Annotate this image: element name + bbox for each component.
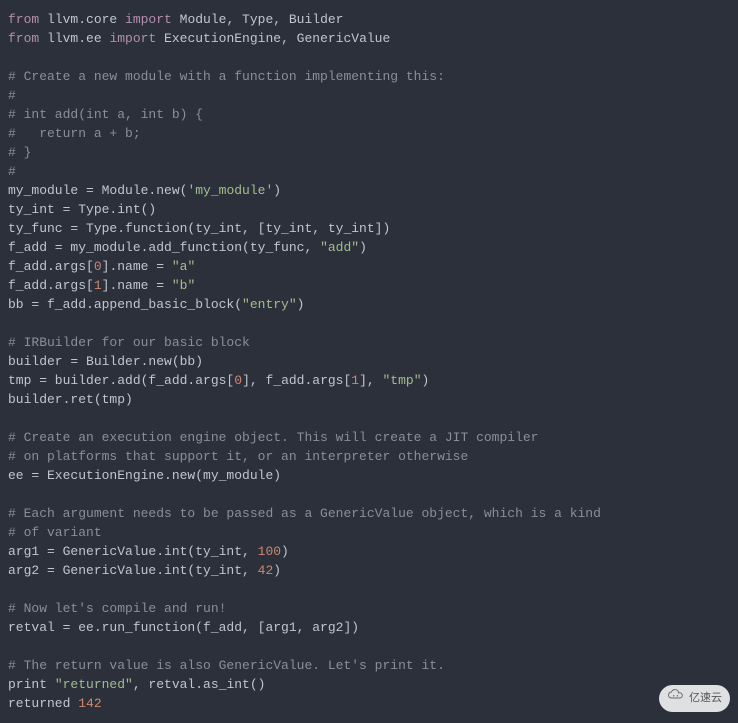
code-token: returned	[8, 696, 78, 711]
code-token: f_add = my_module.add_function(ty_func,	[8, 240, 320, 255]
cloud-icon	[667, 689, 685, 708]
code-token: ty_int = Type.int()	[8, 202, 156, 217]
code-token: f_add.args[	[8, 278, 94, 293]
watermark-badge: 亿速云	[659, 685, 730, 712]
code-token: 100	[258, 544, 281, 559]
code-token: ],	[359, 373, 382, 388]
code-token: 'my_module'	[187, 183, 273, 198]
code-token: ExecutionEngine, GenericValue	[164, 31, 390, 46]
code-token: builder = Builder.new(bb)	[8, 354, 203, 369]
code-token: retval = ee.run_function(f_add, [arg1, a…	[8, 620, 359, 635]
code-token: "b"	[172, 278, 195, 293]
code-token: "returned"	[55, 677, 133, 692]
code-token: # on platforms that support it, or an in…	[8, 449, 468, 464]
code-token: from	[8, 31, 47, 46]
code-token: # }	[8, 145, 31, 160]
code-token: # Now let's compile and run!	[8, 601, 226, 616]
code-token: "entry"	[242, 297, 297, 312]
watermark-text: 亿速云	[689, 689, 722, 708]
code-token: llvm.core	[47, 12, 125, 27]
code-token: # int add(int a, int b) {	[8, 107, 203, 122]
code-token: , retval.as_int()	[133, 677, 266, 692]
code-token: arg1 = GenericValue.int(ty_int,	[8, 544, 258, 559]
code-token: 1	[351, 373, 359, 388]
code-token: )	[422, 373, 430, 388]
code-token: # Each argument needs to be passed as a …	[8, 506, 601, 521]
code-token: from	[8, 12, 47, 27]
code-token: )	[281, 544, 289, 559]
code-token: builder.ret(tmp)	[8, 392, 133, 407]
code-token: # Create a new module with a function im…	[8, 69, 445, 84]
code-token: 0	[234, 373, 242, 388]
code-token: Module, Type, Builder	[180, 12, 344, 27]
code-token: import	[125, 12, 180, 27]
code-token: "add"	[320, 240, 359, 255]
code-token: tmp = builder.add(f_add.args[	[8, 373, 234, 388]
code-token: 1	[94, 278, 102, 293]
code-token: bb = f_add.append_basic_block(	[8, 297, 242, 312]
code-token: # The return value is also GenericValue.…	[8, 658, 445, 673]
code-token: )	[297, 297, 305, 312]
code-token: f_add.args[	[8, 259, 94, 274]
code-block: from llvm.core import Module, Type, Buil…	[0, 0, 738, 723]
code-token: print	[8, 677, 55, 692]
code-token: ], f_add.args[	[242, 373, 351, 388]
code-token: llvm.ee	[47, 31, 109, 46]
code-token: )	[273, 563, 281, 578]
code-token: my_module = Module.new(	[8, 183, 187, 198]
code-token: "tmp"	[383, 373, 422, 388]
code-token: # Create an execution engine object. Thi…	[8, 430, 539, 445]
code-token: # of variant	[8, 525, 102, 540]
code-token: arg2 = GenericValue.int(ty_int,	[8, 563, 258, 578]
code-token: ee = ExecutionEngine.new(my_module)	[8, 468, 281, 483]
code-token: 142	[78, 696, 101, 711]
code-token: import	[109, 31, 164, 46]
code-token: ty_func = Type.function(ty_int, [ty_int,…	[8, 221, 390, 236]
code-token: )	[273, 183, 281, 198]
code-token: # IRBuilder for our basic block	[8, 335, 250, 350]
code-token: ].name =	[102, 278, 172, 293]
code-token: 42	[258, 563, 274, 578]
code-token: "a"	[172, 259, 195, 274]
code-token: ].name =	[102, 259, 172, 274]
code-token: )	[359, 240, 367, 255]
code-token: 0	[94, 259, 102, 274]
code-token: #	[8, 88, 16, 103]
code-token: #	[8, 164, 16, 179]
code-token: # return a + b;	[8, 126, 141, 141]
